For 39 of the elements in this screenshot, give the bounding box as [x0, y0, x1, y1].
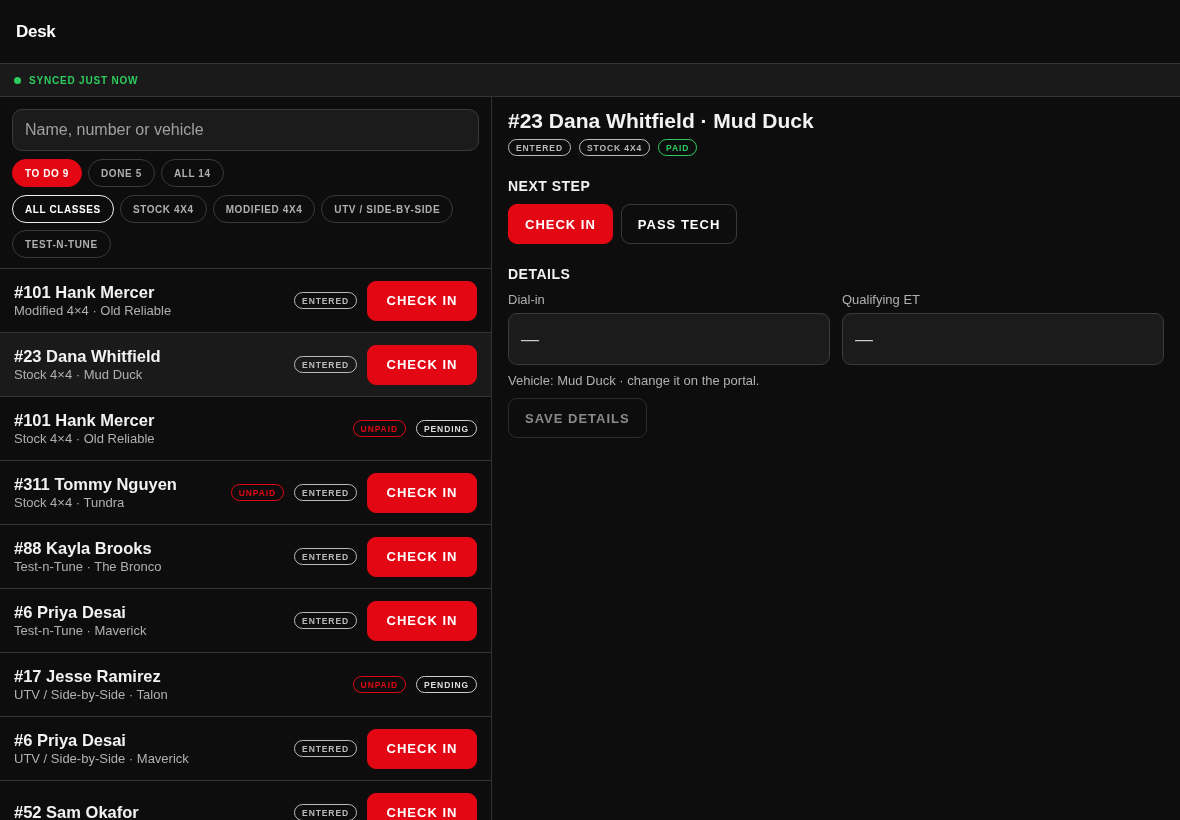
- entry-details: Test-n-Tune · The Bronco: [14, 559, 163, 574]
- entry-title: #23 Dana Whitfield · Mud Duck: [508, 109, 814, 133]
- entry-details: Test-n-Tune · Maverick: [14, 623, 148, 638]
- app-title: Desk: [16, 21, 56, 42]
- sync-status: SYNCED JUST NOW: [29, 74, 139, 86]
- vehicle-note: Vehicle: Mud Duck · change it on the portal.: [508, 373, 760, 388]
- entry-details: Modified 4×4 · Old Reliable: [14, 303, 173, 318]
- entry-details: Stock 4×4 · Mud Duck: [14, 367, 144, 382]
- entry-details: UTV / Side-by-Side · Talon: [14, 687, 169, 702]
- check-in-button[interactable]: CHECK IN: [367, 344, 477, 385]
- check-in-button[interactable]: CHECK IN: [367, 728, 477, 769]
- entry-name: #52 Sam Okafor: [14, 803, 140, 820]
- check-in-button[interactable]: CHECK IN: [367, 280, 477, 321]
- check-in-button[interactable]: CHECK IN: [367, 792, 477, 820]
- entry-name: #311 Tommy Nguyen: [14, 475, 178, 494]
- entry-name: #101 Hank Mercer: [14, 283, 156, 302]
- input-field[interactable]: —: [842, 313, 1164, 365]
- entry-name: #101 Hank Mercer: [14, 411, 156, 430]
- entry-details: UTV / Side-by-Side · Maverick: [14, 751, 190, 766]
- field-label: Qualifying ET: [842, 292, 922, 307]
- field-label: Dial-in: [508, 292, 546, 307]
- check-in-button[interactable]: CHECK IN: [367, 472, 477, 513]
- input-field[interactable]: —: [508, 313, 830, 365]
- entry-name: #23 Dana Whitfield: [14, 347, 162, 366]
- entry-name: #17 Jesse Ramirez: [14, 667, 162, 686]
- secondary-action-button[interactable]: PASS TECH: [620, 204, 738, 244]
- entry-name: #6 Priya Desai: [14, 603, 127, 622]
- primary-action-button[interactable]: CHECK IN: [508, 204, 613, 244]
- entry-name: #6 Priya Desai: [14, 731, 127, 750]
- entry-details: Stock 4×4 · Old Reliable: [14, 431, 156, 446]
- entry-row[interactable]: #23 Dana Whitfield Stock 4×4 · Mud Duck ENTERED CHECK IN: [0, 333, 491, 397]
- search-field[interactable]: Name, number or vehicle: [12, 109, 479, 151]
- entry-name: #88 Kayla Brooks: [14, 539, 153, 558]
- section-heading: NEXT STEP: [508, 178, 591, 194]
- check-in-button[interactable]: CHECK IN: [367, 536, 477, 577]
- entry-details: Stock 4×4 · Tundra: [14, 495, 126, 510]
- status-filter-chip[interactable]: TO DO 9: [12, 159, 83, 187]
- check-in-button[interactable]: CHECK IN: [367, 600, 477, 641]
- section-heading: DETAILS: [508, 266, 571, 282]
